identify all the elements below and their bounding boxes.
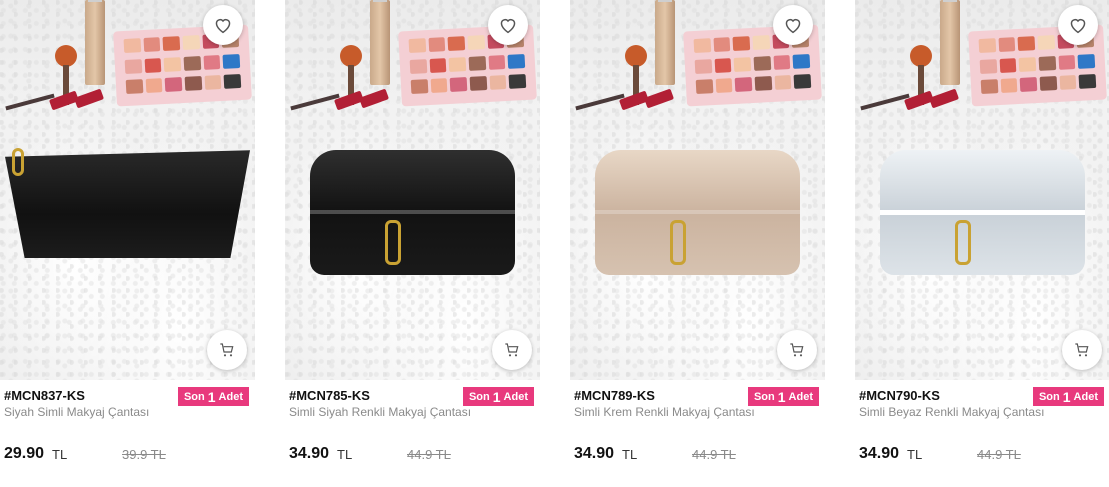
makeup-pencil-prop	[5, 93, 55, 111]
makeup-brush-prop	[55, 45, 77, 105]
product-name[interactable]: Siyah Simli Makyaj Çantası	[4, 405, 149, 419]
old-price: 44.9 TL	[692, 447, 736, 462]
shopping-cart-icon	[220, 343, 234, 357]
old-price: 44.9 TL	[977, 447, 1021, 462]
product-code[interactable]: #MCN790-KS	[859, 388, 940, 403]
stock-badge-prefix: Son	[1038, 390, 1060, 403]
product-image[interactable]	[855, 0, 1109, 380]
heart-outline-icon	[1070, 18, 1086, 34]
bag-product-shape	[595, 150, 800, 275]
product-name[interactable]: Simli Krem Renkli Makyaj Çantası	[574, 405, 755, 419]
currency: TL	[907, 447, 923, 462]
old-price: 44.9 TL	[407, 447, 451, 462]
product-image[interactable]	[285, 0, 540, 380]
stock-badge-count: 1	[777, 388, 786, 405]
zipper-pull	[955, 220, 971, 265]
zipper-pull	[670, 220, 686, 265]
favorite-button[interactable]	[488, 5, 528, 45]
makeup-pencil-prop	[575, 93, 625, 111]
stock-badge: Son 1 Adet	[462, 387, 534, 406]
heart-outline-icon	[500, 18, 516, 34]
bag-product-shape	[5, 150, 250, 258]
product-code[interactable]: #MCN789-KS	[574, 388, 655, 403]
product-name[interactable]: Simli Siyah Renkli Makyaj Çantası	[289, 405, 471, 419]
stock-badge-count: 1	[492, 388, 501, 405]
stock-badge: Son 1 Adet	[747, 387, 819, 406]
product-card[interactable]: #MCN789-KS Son 1 Adet Simli Krem Renkli …	[570, 0, 825, 487]
foundation-bottle-prop	[655, 0, 675, 85]
product-code[interactable]: #MCN837-KS	[4, 388, 85, 403]
currency: TL	[622, 447, 638, 462]
old-price: 39.9 TL	[122, 447, 166, 462]
product-image[interactable]	[570, 0, 825, 380]
stock-badge-prefix: Son	[468, 390, 490, 403]
current-price: 29.90	[4, 445, 45, 462]
add-to-cart-button[interactable]	[1062, 330, 1102, 370]
current-price: 34.90	[859, 445, 900, 462]
product-image[interactable]	[0, 0, 255, 380]
stock-badge-unit: Adet	[503, 390, 528, 403]
bag-product-shape	[880, 150, 1085, 275]
stock-badge-count: 1	[1062, 388, 1071, 405]
stock-badge-prefix: Son	[753, 390, 775, 403]
heart-outline-icon	[215, 18, 231, 34]
current-price: 34.90	[574, 445, 615, 462]
stock-badge-prefix: Son	[183, 390, 205, 403]
zipper-pull	[385, 220, 401, 265]
favorite-button[interactable]	[1058, 5, 1098, 45]
stock-badge: Son 1 Adet	[1032, 387, 1104, 406]
foundation-bottle-prop	[940, 0, 960, 85]
product-card[interactable]: #MCN785-KS Son 1 Adet Simli Siyah Renkli…	[285, 0, 540, 487]
foundation-bottle-prop	[370, 0, 390, 85]
currency: TL	[337, 447, 353, 462]
foundation-bottle-prop	[85, 0, 105, 85]
stock-badge-unit: Adet	[788, 390, 813, 403]
add-to-cart-button[interactable]	[492, 330, 532, 370]
stock-badge: Son 1 Adet	[177, 387, 249, 406]
shopping-cart-icon	[1075, 343, 1089, 357]
zipper-pull	[12, 148, 24, 176]
add-to-cart-button[interactable]	[777, 330, 817, 370]
product-code[interactable]: #MCN785-KS	[289, 388, 370, 403]
stock-badge-unit: Adet	[218, 390, 243, 403]
makeup-brush-prop	[910, 45, 932, 105]
makeup-pencil-prop	[860, 93, 910, 111]
favorite-button[interactable]	[203, 5, 243, 45]
stock-badge-count: 1	[207, 388, 216, 405]
shopping-cart-icon	[505, 343, 519, 357]
makeup-pencil-prop	[290, 93, 340, 111]
shopping-cart-icon	[790, 343, 804, 357]
makeup-brush-prop	[340, 45, 362, 105]
product-card[interactable]: #MCN790-KS Son 1 Adet Simli Beyaz Renkli…	[855, 0, 1109, 487]
favorite-button[interactable]	[773, 5, 813, 45]
product-name[interactable]: Simli Beyaz Renkli Makyaj Çantası	[859, 405, 1044, 419]
add-to-cart-button[interactable]	[207, 330, 247, 370]
stock-badge-unit: Adet	[1073, 390, 1098, 403]
current-price: 34.90	[289, 445, 330, 462]
makeup-brush-prop	[625, 45, 647, 105]
currency: TL	[52, 447, 68, 462]
heart-outline-icon	[785, 18, 801, 34]
bag-product-shape	[310, 150, 515, 275]
product-card[interactable]: #MCN837-KS Son 1 Adet Siyah Simli Makyaj…	[0, 0, 255, 487]
